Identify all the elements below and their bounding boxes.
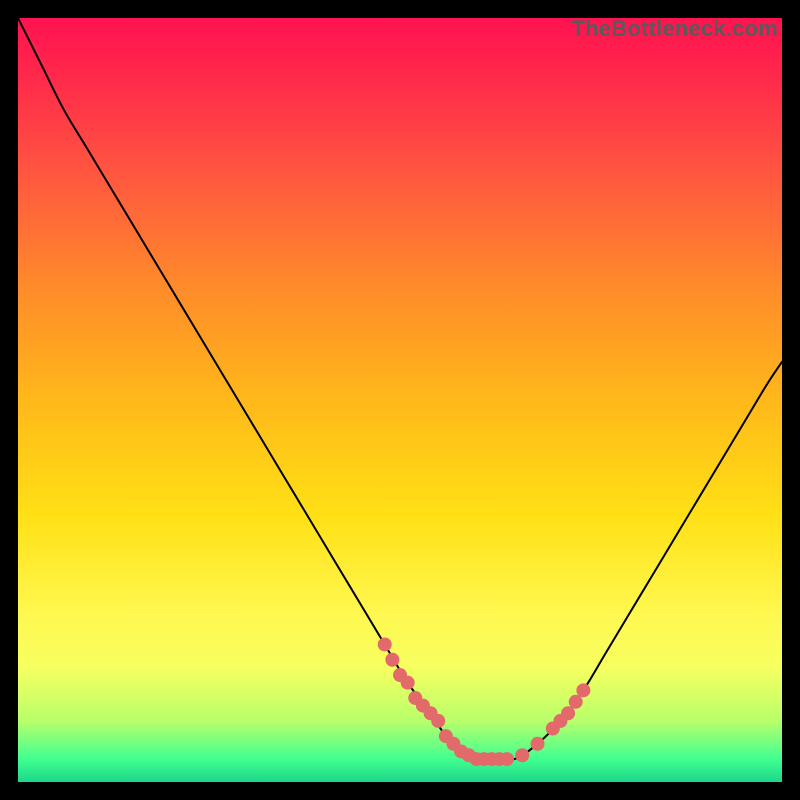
marker-point	[385, 653, 399, 667]
chart-frame: TheBottleneck.com	[0, 0, 800, 800]
marker-point	[515, 748, 529, 762]
marker-point	[531, 737, 545, 751]
marker-point	[401, 676, 415, 690]
marker-point	[431, 714, 445, 728]
plot-area: TheBottleneck.com	[18, 18, 782, 782]
bottleneck-curve	[18, 18, 782, 760]
curve-layer	[18, 18, 782, 782]
marker-point	[561, 706, 575, 720]
marker-point	[378, 637, 392, 651]
marker-point	[569, 695, 583, 709]
marker-point	[576, 683, 590, 697]
marker-point	[500, 752, 514, 766]
data-markers	[378, 637, 591, 766]
